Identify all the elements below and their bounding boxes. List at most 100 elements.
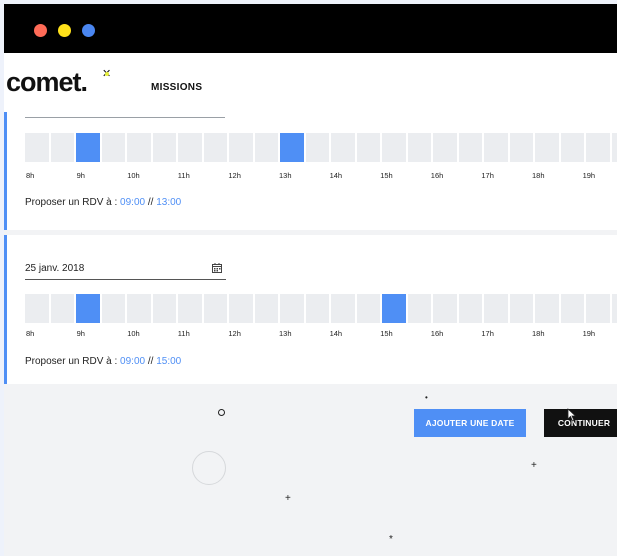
- time-slot[interactable]: [50, 133, 74, 162]
- time-slot[interactable]: [509, 133, 533, 162]
- hour-label: 17h: [481, 329, 494, 338]
- proposal-time-2[interactable]: 13:00: [156, 197, 181, 208]
- time-slot[interactable]: [178, 133, 202, 162]
- proposal-line: Proposer un RDV à : 09:00 // 13:00: [25, 197, 181, 208]
- time-slot[interactable]: [586, 294, 610, 323]
- time-slot-selected[interactable]: [382, 294, 406, 323]
- time-slot[interactable]: [586, 133, 610, 162]
- time-slot[interactable]: [560, 294, 584, 323]
- hour-label: 13h: [279, 329, 292, 338]
- time-slot[interactable]: [152, 294, 176, 323]
- maximize-dot[interactable]: [82, 24, 95, 37]
- time-slot[interactable]: [407, 133, 431, 162]
- time-slot[interactable]: [305, 294, 329, 323]
- close-dot[interactable]: [34, 24, 47, 37]
- time-slot[interactable]: [611, 294, 617, 323]
- time-slot[interactable]: [50, 294, 74, 323]
- proposal-label: Proposer un RDV à :: [25, 356, 118, 367]
- hour-label: 13h: [279, 171, 292, 180]
- proposal-time-1[interactable]: 09:00: [120, 356, 145, 367]
- proposal-time-2[interactable]: 15:00: [156, 356, 181, 367]
- time-slot[interactable]: [356, 133, 380, 162]
- time-slot[interactable]: [25, 133, 49, 162]
- app-header: comet. ✕ MISSIONS: [4, 53, 617, 112]
- date-card-1: 8h 9h 10h 11h 12h 13h 14h 15h 16h 17h 18h 19h Propo…: [4, 112, 617, 230]
- time-slot[interactable]: [484, 133, 508, 162]
- time-slot[interactable]: [458, 133, 482, 162]
- logo-spark-icon: ✕: [102, 68, 112, 80]
- proposal-label: Proposer un RDV à :: [25, 197, 118, 208]
- time-slot[interactable]: [101, 294, 125, 323]
- time-slot[interactable]: [484, 294, 508, 323]
- time-slot[interactable]: [178, 294, 202, 323]
- time-slot[interactable]: [433, 133, 457, 162]
- hour-label: 11h: [177, 171, 190, 180]
- hour-label: 12h: [228, 171, 241, 180]
- minimize-dot[interactable]: [58, 24, 71, 37]
- continue-button[interactable]: CONTINUER: [544, 409, 617, 437]
- time-slot[interactable]: [458, 294, 482, 323]
- time-slot[interactable]: [611, 133, 617, 162]
- add-date-button[interactable]: AJOUTER UNE DATE: [414, 409, 526, 437]
- time-slot[interactable]: [203, 133, 227, 162]
- time-slot[interactable]: [280, 294, 304, 323]
- time-slot[interactable]: [229, 133, 253, 162]
- date-field-underline: [25, 117, 225, 118]
- time-slot[interactable]: [101, 133, 125, 162]
- window-titlebar: [4, 4, 617, 53]
- hour-label: 15h: [380, 329, 393, 338]
- time-slot-grid: [25, 294, 617, 323]
- time-slot[interactable]: [509, 294, 533, 323]
- decorative-plus: +: [531, 460, 537, 471]
- hour-label: 10h: [127, 329, 140, 338]
- comet-logo[interactable]: comet.: [6, 67, 88, 98]
- time-slot[interactable]: [535, 133, 559, 162]
- hour-label: 10h: [127, 171, 140, 180]
- date-card-2: 25 janv. 2018 8h 9h 10h 11h 12h 13h 14h 15h 16h 1…: [4, 235, 617, 384]
- hour-label: 18h: [532, 171, 545, 180]
- time-slot[interactable]: [433, 294, 457, 323]
- time-slot-grid: [25, 133, 617, 162]
- time-slot[interactable]: [127, 294, 151, 323]
- time-slot[interactable]: [331, 294, 355, 323]
- date-input[interactable]: 25 janv. 2018: [25, 263, 84, 274]
- time-slot-selected[interactable]: [76, 294, 100, 323]
- time-slot[interactable]: [407, 294, 431, 323]
- time-slot[interactable]: [535, 294, 559, 323]
- decorative-dot: •: [425, 393, 428, 402]
- hour-label: 18h: [532, 329, 545, 338]
- hour-label: 8h: [26, 171, 35, 180]
- time-slot[interactable]: [254, 294, 278, 323]
- time-slot[interactable]: [203, 294, 227, 323]
- time-slot[interactable]: [356, 294, 380, 323]
- proposal-separator: //: [147, 197, 154, 208]
- nav-missions[interactable]: MISSIONS: [151, 82, 202, 93]
- time-slot[interactable]: [152, 133, 176, 162]
- time-slot[interactable]: [305, 133, 329, 162]
- calendar-icon[interactable]: [212, 263, 222, 273]
- time-slot[interactable]: [331, 133, 355, 162]
- time-slot[interactable]: [25, 294, 49, 323]
- decorative-wheel: [192, 451, 226, 485]
- hour-label: 8h: [26, 329, 35, 338]
- decorative-star: *: [389, 534, 393, 545]
- time-slot-selected[interactable]: [280, 133, 304, 162]
- hour-label: 9h: [76, 171, 85, 180]
- cursor-icon: [567, 408, 577, 422]
- hour-label: 19h: [582, 329, 596, 338]
- hour-label: 14h: [329, 171, 343, 180]
- time-slot[interactable]: [127, 133, 151, 162]
- hour-label: 17h: [481, 171, 494, 180]
- time-slot[interactable]: [382, 133, 406, 162]
- time-slot[interactable]: [229, 294, 253, 323]
- hour-label: 19h: [582, 171, 596, 180]
- time-slot-selected[interactable]: [76, 133, 100, 162]
- time-slot[interactable]: [560, 133, 584, 162]
- proposal-time-1[interactable]: 09:00: [120, 197, 145, 208]
- hour-label: 11h: [177, 329, 190, 338]
- decorative-plus: +: [285, 493, 291, 504]
- app-frame: comet. ✕ MISSIONS 8h 9h 10h 11h 12h 13h 14h 15h…: [4, 4, 617, 556]
- hour-label: 16h: [430, 329, 444, 338]
- time-slot[interactable]: [254, 133, 278, 162]
- proposal-separator: //: [147, 356, 154, 367]
